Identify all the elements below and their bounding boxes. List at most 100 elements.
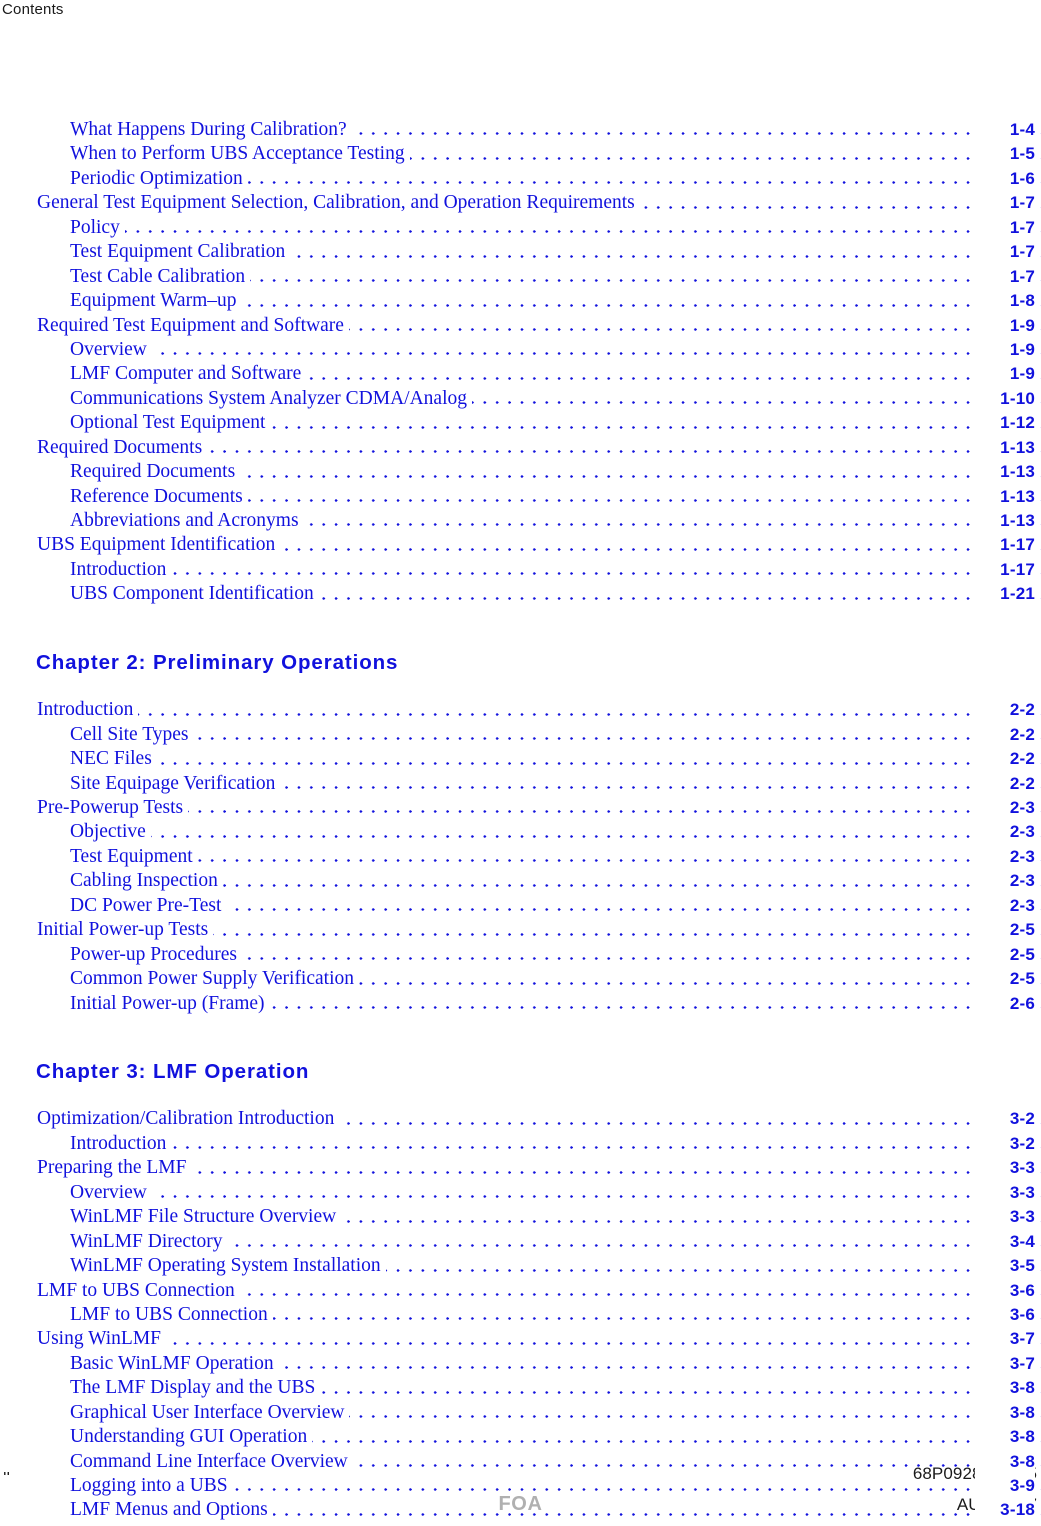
toc-entry-link[interactable]: UBS Component Identification 1-21	[0, 582, 1041, 607]
toc-entry[interactable]: Required Test Equipment and Software 1-9	[0, 313, 1041, 338]
toc-entry-page-number: 1-7	[975, 191, 1035, 216]
toc-entry-link[interactable]: Communications System Analyzer CDMA/Anal…	[0, 386, 1041, 412]
toc-entry-link[interactable]: LMF to UBS Connection 3-6	[0, 1278, 1041, 1303]
toc-entry[interactable]: WinLMF Operating System Installation 3-5	[0, 1254, 1041, 1279]
toc-entry[interactable]: The LMF Display and the UBS 3-8	[0, 1376, 1041, 1401]
toc-entry-link[interactable]: LMF Computer and Software 1-9	[0, 362, 1041, 387]
toc-entry-link[interactable]: Pre-Powerup Tests 2-3	[0, 796, 1041, 821]
toc-entry-link[interactable]: Optional Test Equipment 1-12	[0, 411, 1041, 436]
toc-entry[interactable]: Introduction 1-17	[0, 557, 1041, 583]
toc-entry-link[interactable]: NEC Files 2-2	[0, 747, 1041, 772]
toc-entry[interactable]: Reference Documents 1-13	[0, 484, 1041, 509]
toc-entry-link[interactable]: Overview 3-3	[0, 1180, 1041, 1206]
toc-entry[interactable]: Initial Power-up Tests 2-5	[0, 918, 1041, 943]
toc-entry-link[interactable]: Introduction 1-17	[0, 557, 1041, 583]
toc-entry-link[interactable]: Preparing the LMF 3-3	[0, 1156, 1041, 1181]
toc-entry-page-number: 1-17	[975, 533, 1035, 558]
toc-entry-link[interactable]: Test Equipment 2-3	[0, 844, 1041, 870]
toc-entry[interactable]: Required Documents 1-13	[0, 435, 1041, 461]
toc-entry-link[interactable]: Introduction 3-2	[0, 1131, 1041, 1157]
toc-entry-link[interactable]: UBS Equipment Identification 1-17	[0, 533, 1041, 558]
toc-entry[interactable]: LMF to UBS Connection 3-6	[0, 1302, 1041, 1328]
toc-entry[interactable]: WinLMF Directory 3-4	[0, 1229, 1041, 1255]
toc-entry-link[interactable]: Initial Power-up (Frame) 2-6	[0, 991, 1041, 1016]
toc-entry[interactable]: NEC Files 2-2	[0, 747, 1041, 772]
toc-entry-link[interactable]: Required Documents 1-13	[0, 435, 1041, 461]
toc-entry[interactable]: LMF to UBS Connection 3-6	[0, 1278, 1041, 1303]
toc-entry[interactable]: Introduction 3-2	[0, 1131, 1041, 1157]
toc-entry[interactable]: Optional Test Equipment 1-12	[0, 411, 1041, 436]
chapter-heading[interactable]: Chapter 2: Preliminary Operations	[36, 652, 1041, 674]
toc-entry-link[interactable]: General Test Equipment Selection, Calibr…	[0, 191, 1041, 216]
toc-entry[interactable]: Equipment Warm–up 1-8	[0, 289, 1041, 314]
toc-entry[interactable]: Periodic Optimization 1-6	[0, 166, 1041, 192]
toc-entry[interactable]: Introduction 2-2	[0, 698, 1041, 723]
toc-entry-link[interactable]: Site Equipage Verification 2-2	[0, 771, 1041, 796]
toc-entry-link[interactable]: Abbreviations and Acronyms 1-13	[0, 509, 1041, 534]
toc-entry-page-number: 1-10	[975, 386, 1035, 412]
toc-entry-link[interactable]: Test Equipment Calibration 1-7	[0, 240, 1041, 265]
toc-entry-link[interactable]: Power-up Procedures 2-5	[0, 942, 1041, 968]
toc-entry-label: WinLMF Directory	[0, 1230, 228, 1252]
toc-entry-link[interactable]: Test Cable Calibration 1-7	[0, 264, 1041, 290]
toc-entry[interactable]: Policy 1-7	[0, 215, 1041, 241]
toc-entry-link[interactable]: Required Documents 1-13	[0, 460, 1041, 485]
toc-entry-link[interactable]: Periodic Optimization 1-6	[0, 166, 1041, 192]
toc-entry-label: Introduction	[0, 558, 172, 580]
toc-entry-link[interactable]: What Happens During Calibration? 1-4	[0, 118, 1041, 143]
toc-entry[interactable]: Preparing the LMF 3-3	[0, 1156, 1041, 1181]
toc-entry[interactable]: What Happens During Calibration? 1-4	[0, 118, 1041, 143]
toc-entry-link[interactable]: WinLMF File Structure Overview 3-3	[0, 1205, 1041, 1230]
toc-entry[interactable]: Test Cable Calibration 1-7	[0, 264, 1041, 290]
toc-entry-link[interactable]: LMF to UBS Connection 3-6	[0, 1302, 1041, 1328]
toc-entry-link[interactable]: Initial Power-up Tests 2-5	[0, 918, 1041, 943]
toc-entry[interactable]: Overview 1-9	[0, 337, 1041, 363]
toc-entry[interactable]: Pre-Powerup Tests 2-3	[0, 796, 1041, 821]
toc-entry[interactable]: Common Power Supply Verification 2-5	[0, 967, 1041, 992]
toc-entry-link[interactable]: Basic WinLMF Operation 3-7	[0, 1351, 1041, 1377]
toc-entry[interactable]: Test Equipment 2-3	[0, 844, 1041, 870]
toc-entry[interactable]: Power-up Procedures 2-5	[0, 942, 1041, 968]
toc-entry[interactable]: Graphical User Interface Overview 3-8	[0, 1400, 1041, 1426]
toc-entry[interactable]: Site Equipage Verification 2-2	[0, 771, 1041, 796]
toc-entry-link[interactable]: Policy 1-7	[0, 215, 1041, 241]
toc-entry-label: Logging into a UBS	[0, 1475, 233, 1496]
toc-entry-link[interactable]: Objective 2-3	[0, 820, 1041, 845]
toc-entry[interactable]: LMF Computer and Software 1-9	[0, 362, 1041, 387]
toc-entry[interactable]: Basic WinLMF Operation 3-7	[0, 1351, 1041, 1377]
toc-entry-link[interactable]: Required Test Equipment and Software 1-9	[0, 313, 1041, 338]
toc-entry-link[interactable]: Introduction 2-2	[0, 698, 1041, 723]
toc-entry[interactable]: Test Equipment Calibration 1-7	[0, 240, 1041, 265]
toc-entry[interactable]: Optimization/Calibration Introduction 3-2	[0, 1107, 1041, 1132]
toc-entry[interactable]: Abbreviations and Acronyms 1-13	[0, 509, 1041, 534]
toc-entry[interactable]: General Test Equipment Selection, Calibr…	[0, 191, 1041, 216]
toc-entry-link[interactable]: Reference Documents 1-13	[0, 484, 1041, 509]
toc-entry[interactable]: Cabling Inspection 2-3	[0, 869, 1041, 894]
toc-entry[interactable]: WinLMF File Structure Overview 3-3	[0, 1205, 1041, 1230]
toc-entry-link[interactable]: When to Perform UBS Acceptance Testing 1-…	[0, 142, 1041, 167]
toc-entry[interactable]: Overview 3-3	[0, 1180, 1041, 1206]
toc-entry-link[interactable]: Using WinLMF 3-7	[0, 1327, 1041, 1352]
toc-entry-link[interactable]: Cell Site Types 2-2	[0, 722, 1041, 748]
toc-entry[interactable]: Objective 2-3	[0, 820, 1041, 845]
toc-entry-link[interactable]: DC Power Pre-Test 2-3	[0, 893, 1041, 919]
toc-entry-link[interactable]: WinLMF Operating System Installation 3-5	[0, 1254, 1041, 1279]
toc-entry[interactable]: UBS Equipment Identification 1-17	[0, 533, 1041, 558]
toc-entry[interactable]: Initial Power-up (Frame) 2-6	[0, 991, 1041, 1016]
toc-entry[interactable]: Required Documents 1-13	[0, 460, 1041, 485]
toc-entry-link[interactable]: WinLMF Directory 3-4	[0, 1229, 1041, 1255]
toc-entry-link[interactable]: Optimization/Calibration Introduction 3-2	[0, 1107, 1041, 1132]
toc-entry[interactable]: Using WinLMF 3-7	[0, 1327, 1041, 1352]
toc-entry-link[interactable]: Equipment Warm–up 1-8	[0, 289, 1041, 314]
toc-entry-link[interactable]: Overview 1-9	[0, 337, 1041, 363]
chapter-heading[interactable]: Chapter 3: LMF Operation	[36, 1061, 1041, 1083]
toc-entry-link[interactable]: Cabling Inspection 2-3	[0, 869, 1041, 894]
toc-entry-link[interactable]: Common Power Supply Verification 2-5	[0, 967, 1041, 992]
toc-entry[interactable]: DC Power Pre-Test 2-3	[0, 893, 1041, 919]
toc-entry-link[interactable]: Graphical User Interface Overview 3-8	[0, 1400, 1041, 1426]
toc-entry-link[interactable]: The LMF Display and the UBS 3-8	[0, 1376, 1041, 1401]
toc-entry[interactable]: When to Perform UBS Acceptance Testing 1-…	[0, 142, 1041, 167]
toc-entry[interactable]: Cell Site Types 2-2	[0, 722, 1041, 748]
toc-entry[interactable]: Communications System Analyzer CDMA/Anal…	[0, 386, 1041, 412]
toc-entry[interactable]: UBS Component Identification 1-21	[0, 582, 1041, 607]
